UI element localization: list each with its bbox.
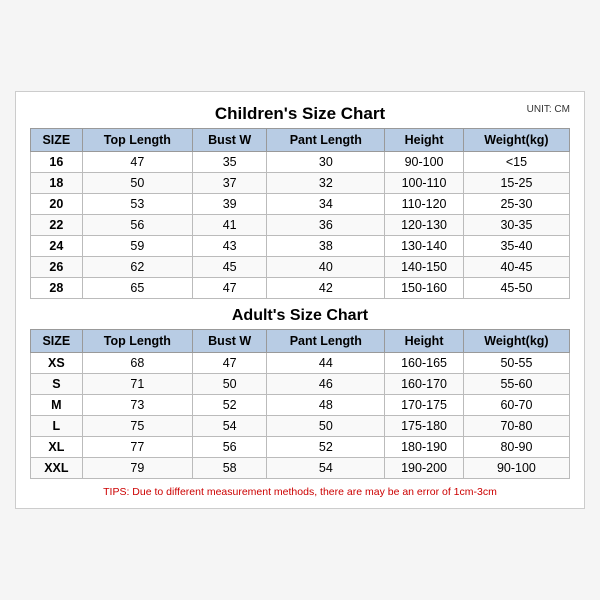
table-row: XXL795854190-20090-100: [31, 458, 570, 479]
col-weight: Weight(kg): [463, 129, 569, 152]
col-height: Height: [385, 129, 464, 152]
table-row: 24594338130-14035-40: [31, 236, 570, 257]
children-title: Children's Size Chart: [215, 104, 385, 123]
col-size-adult: SIZE: [31, 330, 83, 353]
chart-title: Children's Size Chart UNIT: CM: [30, 104, 570, 124]
adult-table: SIZE Top Length Bust W Pant Length Heigh…: [30, 329, 570, 479]
children-header-row: SIZE Top Length Bust W Pant Length Heigh…: [31, 129, 570, 152]
unit-label: UNIT: CM: [527, 104, 570, 115]
col-size: SIZE: [31, 129, 83, 152]
col-top-length: Top Length: [82, 129, 192, 152]
table-row: XL775652180-19080-90: [31, 437, 570, 458]
adult-header-row: SIZE Top Length Bust W Pant Length Heigh…: [31, 330, 570, 353]
table-row: 26624540140-15040-45: [31, 257, 570, 278]
table-row: L755450175-18070-80: [31, 416, 570, 437]
chart-container: Children's Size Chart UNIT: CM SIZE Top …: [15, 91, 585, 509]
col-bust-w-adult: Bust W: [192, 330, 266, 353]
table-row: S715046160-17055-60: [31, 374, 570, 395]
col-pant-length-adult: Pant Length: [267, 330, 385, 353]
table-row: 22564136120-13030-35: [31, 215, 570, 236]
children-table: SIZE Top Length Bust W Pant Length Heigh…: [30, 128, 570, 299]
adult-title: Adult's Size Chart: [30, 299, 570, 329]
table-row: 28654742150-16045-50: [31, 278, 570, 299]
table-row: 20533934110-12025-30: [31, 194, 570, 215]
table-row: 1647353090-100<15: [31, 152, 570, 173]
col-weight-adult: Weight(kg): [463, 330, 569, 353]
col-pant-length: Pant Length: [267, 129, 385, 152]
col-bust-w: Bust W: [192, 129, 266, 152]
col-height-adult: Height: [385, 330, 464, 353]
table-row: XS684744160-16550-55: [31, 353, 570, 374]
tips-text: TIPS: Due to different measurement metho…: [30, 486, 570, 498]
col-top-length-adult: Top Length: [82, 330, 192, 353]
table-row: M735248170-17560-70: [31, 395, 570, 416]
table-row: 18503732100-11015-25: [31, 173, 570, 194]
